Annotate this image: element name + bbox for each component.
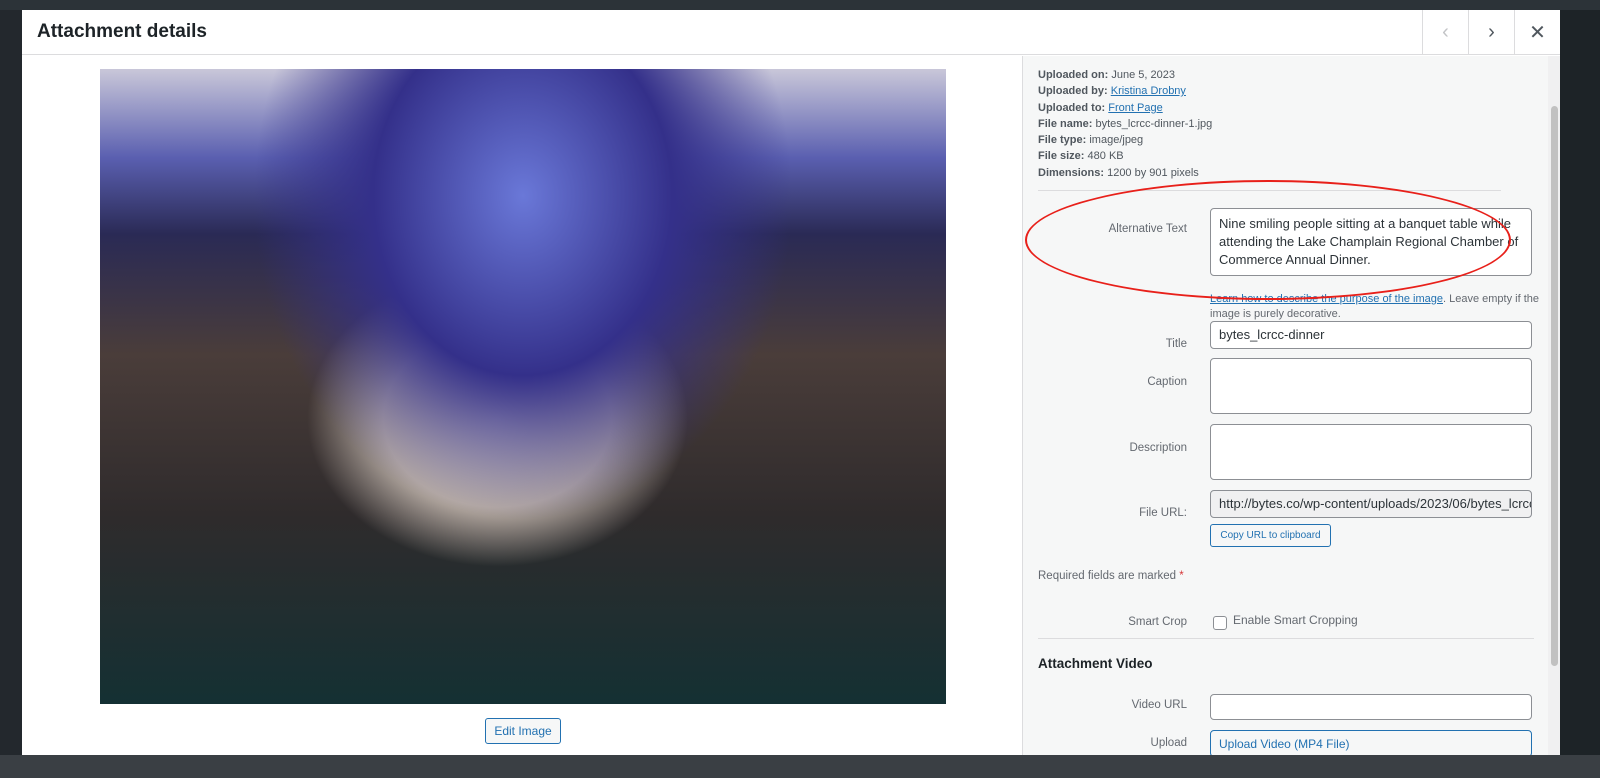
file-url-label: File URL: xyxy=(1139,507,1187,519)
title-input[interactable]: bytes_lcrcc-dinner xyxy=(1210,321,1532,349)
divider xyxy=(1038,190,1501,191)
uploaded-on-label: Uploaded on: xyxy=(1038,69,1109,81)
attachment-video-heading: Attachment Video xyxy=(1038,656,1153,671)
scrollbar[interactable] xyxy=(1548,56,1560,755)
divider xyxy=(1038,638,1534,639)
modal-title: Attachment details xyxy=(37,21,207,42)
file-size: 480 KB xyxy=(1087,150,1124,163)
close-button[interactable]: ✕ xyxy=(1514,10,1560,54)
dimensions: 1200 by 901 pixels xyxy=(1107,166,1199,179)
admin-sidebar xyxy=(0,10,22,778)
alt-text-help-link[interactable]: Learn how to describe the purpose of the… xyxy=(1210,293,1443,305)
uploaded-by-label: Uploaded by: xyxy=(1038,85,1108,98)
admin-bar xyxy=(0,0,1600,10)
caption-label: Caption xyxy=(1147,376,1187,388)
attachment-info-panel: Uploaded on: June 5, 2023 Uploaded by: K… xyxy=(1022,56,1548,755)
attachment-details-modal: Attachment details ‹ › ✕ Edit Image Uplo… xyxy=(22,10,1560,755)
chevron-left-icon: ‹ xyxy=(1442,20,1449,43)
video-url-input[interactable] xyxy=(1210,694,1532,720)
dimensions-label: Dimensions: xyxy=(1038,166,1105,179)
file-url-input[interactable]: http://bytes.co/wp-content/uploads/2023/… xyxy=(1210,490,1532,518)
caption-textarea[interactable] xyxy=(1210,358,1532,414)
modal-header: Attachment details ‹ › ✕ xyxy=(22,10,1560,55)
file-type: image/jpeg xyxy=(1089,134,1144,147)
smart-crop-label: Smart Crop xyxy=(1128,616,1187,628)
alt-text-help: Learn how to describe the purpose of the… xyxy=(1210,292,1540,322)
upload-label: Upload xyxy=(1150,737,1187,749)
description-textarea[interactable] xyxy=(1210,424,1532,480)
file-name: bytes_lcrcc-dinner-1.jpg xyxy=(1095,117,1213,130)
alt-text-textarea[interactable]: Nine smiling people sitting at a banquet… xyxy=(1210,208,1532,276)
title-label: Title xyxy=(1165,338,1187,350)
required-fields-note: Required fields are marked * xyxy=(1038,570,1184,582)
chevron-right-icon: › xyxy=(1488,20,1495,43)
media-preview: Edit Image xyxy=(22,56,1022,755)
uploaded-to-link[interactable]: Front Page xyxy=(1108,102,1162,114)
previous-button[interactable]: ‹ xyxy=(1422,10,1468,54)
upload-video-button[interactable]: Upload Video (MP4 File) xyxy=(1210,730,1532,755)
attachment-image xyxy=(100,69,946,704)
file-metadata: Uploaded on: June 5, 2023 Uploaded by: K… xyxy=(1038,67,1212,181)
description-label: Description xyxy=(1129,442,1187,454)
copy-url-button[interactable]: Copy URL to clipboard xyxy=(1210,524,1331,547)
required-star: * xyxy=(1179,570,1184,582)
edit-image-button[interactable]: Edit Image xyxy=(485,718,561,744)
smart-crop-checkbox[interactable] xyxy=(1213,616,1227,630)
next-button[interactable]: › xyxy=(1468,10,1514,54)
background-page xyxy=(0,755,1600,778)
video-url-label: Video URL xyxy=(1131,699,1187,711)
uploaded-on: June 5, 2023 xyxy=(1111,69,1175,81)
uploaded-by-link[interactable]: Kristina Drobny xyxy=(1111,85,1186,97)
file-name-label: File name: xyxy=(1038,117,1093,130)
close-icon: ✕ xyxy=(1529,21,1546,44)
alt-text-label: Alternative Text xyxy=(1108,223,1187,235)
uploaded-to-label: Uploaded to: xyxy=(1038,101,1106,114)
file-type-label: File type: xyxy=(1038,134,1087,147)
required-text: Required fields are marked xyxy=(1038,570,1177,582)
scrollbar-thumb[interactable] xyxy=(1551,106,1558,666)
smart-crop-option-label: Enable Smart Cropping xyxy=(1233,613,1358,627)
file-size-label: File size: xyxy=(1038,150,1085,163)
